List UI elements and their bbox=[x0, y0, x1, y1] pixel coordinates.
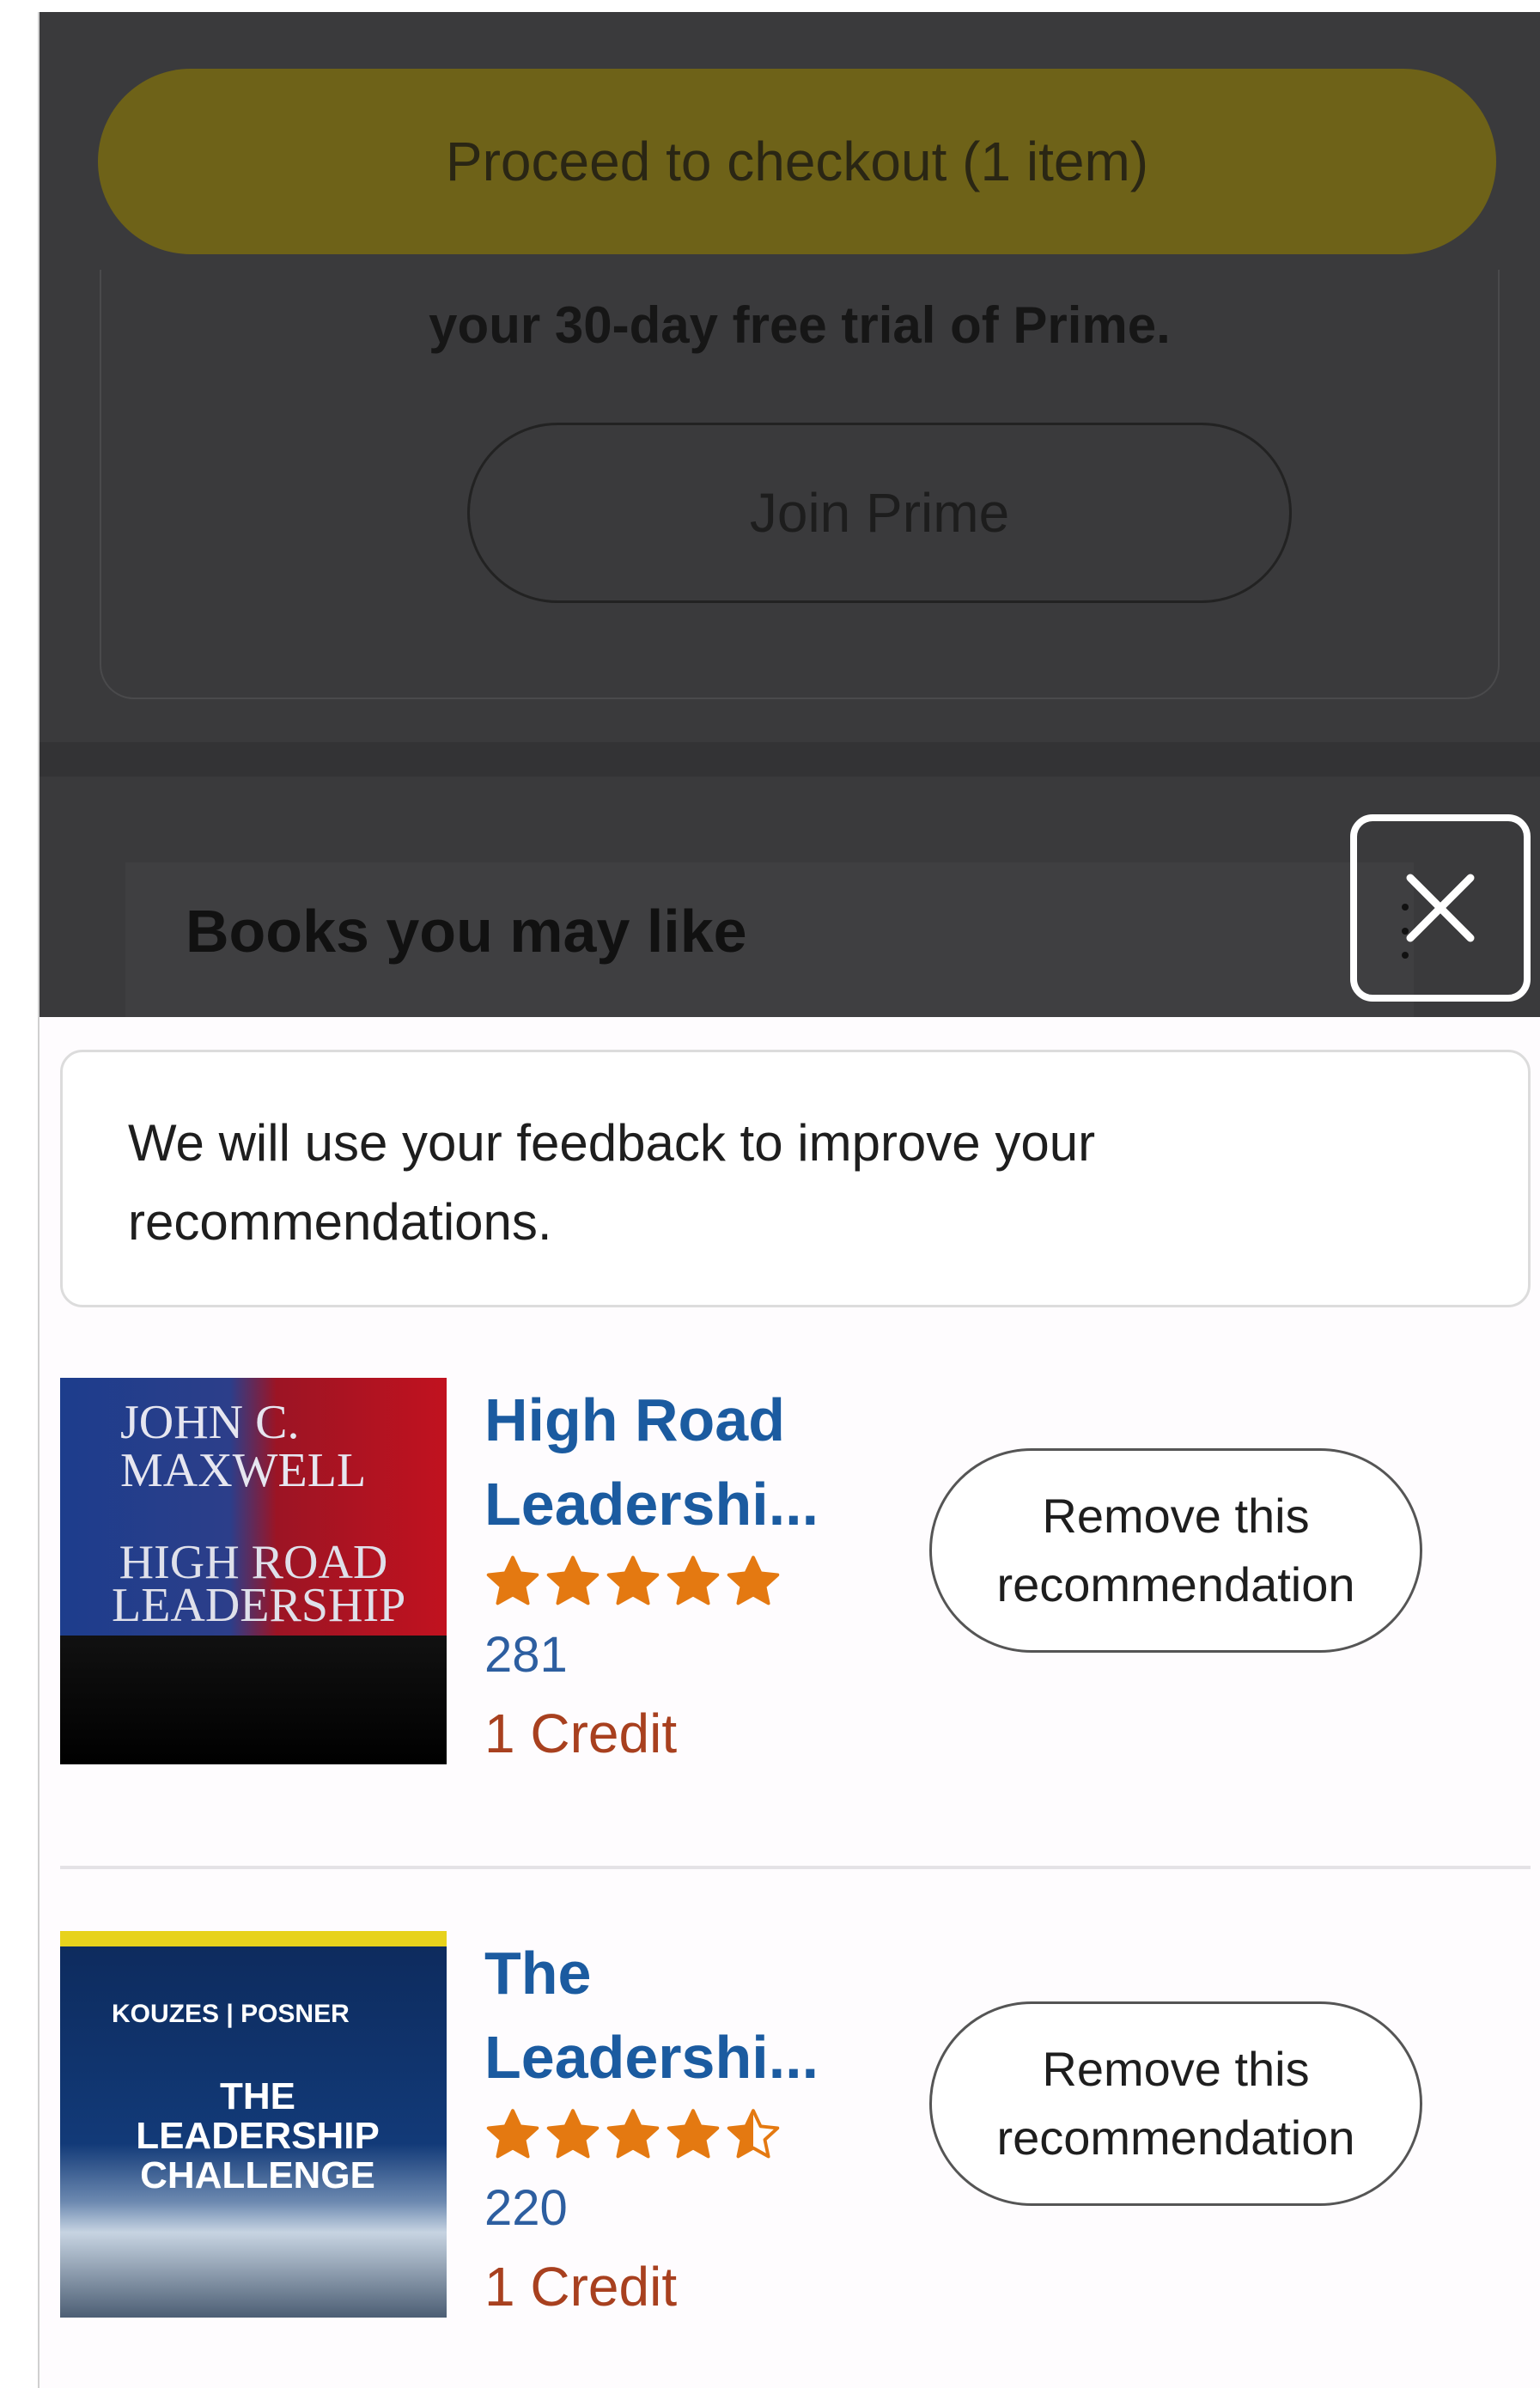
rating-count-link[interactable]: 220 bbox=[484, 2172, 914, 2245]
prime-trial-text: your 30-day free trial of Prime. bbox=[429, 296, 1171, 354]
cover-road-art bbox=[60, 1636, 447, 1764]
star-icon bbox=[546, 1556, 600, 1605]
cover-author: JOHN C. MAXWELL bbox=[120, 1396, 367, 1497]
book-title-link[interactable]: The Leadershi... bbox=[484, 1931, 914, 2099]
close-button[interactable] bbox=[1350, 814, 1531, 1002]
star-icon bbox=[727, 2109, 780, 2159]
star-icon bbox=[486, 2109, 539, 2159]
star-icon bbox=[667, 1556, 720, 1605]
star-icon bbox=[727, 1556, 780, 1605]
item-divider bbox=[60, 1866, 1531, 1869]
recommendation-item: KOUZES | POSNER THE LEADERSHIP CHALLENGE… bbox=[60, 1931, 1520, 2318]
cover-stripe bbox=[60, 1931, 447, 1946]
star-icon bbox=[546, 2109, 600, 2159]
remove-recommendation-button[interactable]: Remove this recommendation bbox=[929, 1448, 1422, 1653]
star-icon bbox=[486, 1556, 539, 1605]
star-icon bbox=[667, 2109, 720, 2159]
book-info: The Leadershi... 220 1 Credit bbox=[484, 1931, 914, 2328]
proceed-to-checkout-button[interactable]: Proceed to checkout (1 item) bbox=[98, 69, 1496, 254]
app-screen: Proceed to checkout (1 item) your 30-day… bbox=[38, 12, 1540, 2388]
feedback-sheet: We will use your feedback to improve you… bbox=[40, 1017, 1540, 2388]
cover-title: THE LEADERSHIP CHALLENGE bbox=[136, 2075, 380, 2196]
feedback-message: We will use your feedback to improve you… bbox=[60, 1050, 1531, 1307]
prime-trial-card: your 30-day free trial of Prime. Join Pr… bbox=[100, 270, 1500, 699]
join-prime-button[interactable]: Join Prime bbox=[467, 423, 1292, 603]
cover-authors: KOUZES | POSNER bbox=[112, 2000, 350, 2028]
star-rating bbox=[484, 1546, 914, 1618]
book-cover-image[interactable]: JOHN C. MAXWELL HIGH ROAD LEADERSHIP bbox=[60, 1378, 447, 1764]
star-icon bbox=[606, 1556, 660, 1605]
rating-count-link[interactable]: 281 bbox=[484, 1618, 914, 1692]
book-cover-image[interactable]: KOUZES | POSNER THE LEADERSHIP CHALLENGE bbox=[60, 1931, 447, 2318]
price-credit: 1 Credit bbox=[484, 2256, 678, 2318]
star-rating bbox=[484, 2099, 914, 2172]
more-options-icon bbox=[1402, 904, 1409, 981]
cover-title: HIGH ROAD LEADERSHIP bbox=[112, 1536, 406, 1632]
book-title-link[interactable]: High Road Leadershi... bbox=[484, 1378, 914, 1546]
star-icon bbox=[606, 2109, 660, 2159]
section-divider bbox=[40, 742, 1540, 777]
books-section-header: Books you may like bbox=[125, 862, 1414, 1017]
remove-recommendation-button[interactable]: Remove this recommendation bbox=[929, 2001, 1422, 2206]
section-title: Books you may like bbox=[186, 898, 747, 965]
recommendation-item: JOHN C. MAXWELL HIGH ROAD LEADERSHIP Hig… bbox=[60, 1378, 1520, 1764]
book-info: High Road Leadershi... 281 1 Credit bbox=[484, 1378, 914, 1775]
price-credit: 1 Credit bbox=[484, 1703, 678, 1764]
dimmed-background: Proceed to checkout (1 item) your 30-day… bbox=[40, 12, 1540, 1017]
